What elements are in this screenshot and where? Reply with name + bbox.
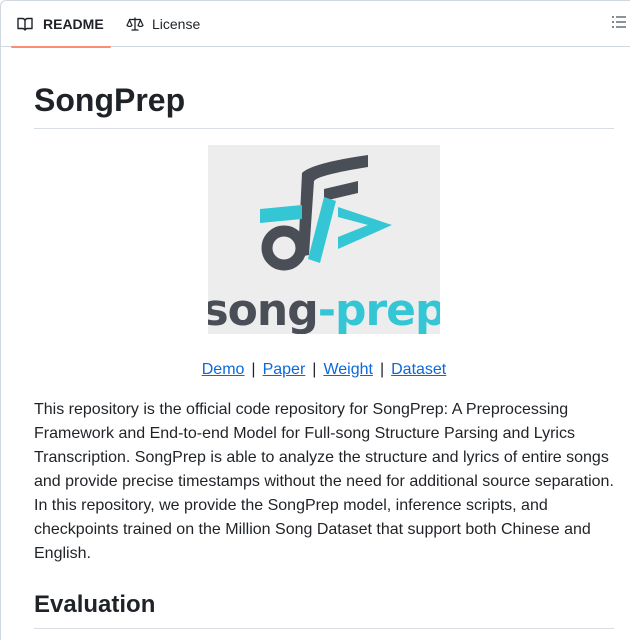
tab-license-label: License (152, 16, 201, 32)
description-paragraph: This repository is the official code rep… (34, 401, 614, 562)
songprep-logo-image: song-prep (202, 145, 447, 336)
link-demo[interactable]: Demo (202, 361, 245, 378)
link-separator: | (379, 361, 385, 378)
tab-bar: README License (1, 1, 630, 48)
link-dataset[interactable]: Dataset (391, 361, 446, 378)
outline-button[interactable] (609, 14, 629, 34)
list-unordered-icon (611, 14, 627, 35)
readme-content: SongPrep song-prep Demo | Paper | Weight… (34, 47, 614, 629)
section-heading-evaluation: Evaluation (34, 590, 614, 629)
link-paper[interactable]: Paper (263, 361, 306, 378)
resource-links: Demo | Paper | Weight | Dataset (34, 358, 614, 382)
tab-license[interactable]: License (126, 1, 200, 47)
tab-readme[interactable]: README (11, 1, 111, 48)
readme-panel: README License SongPrep song-prep Demo |… (0, 0, 630, 640)
scale-icon (126, 16, 144, 32)
svg-text:song-prep: song-prep (208, 285, 440, 334)
page-title: SongPrep (34, 80, 614, 129)
tab-readme-label: README (43, 16, 104, 32)
link-separator: | (312, 361, 317, 378)
link-weight[interactable]: Weight (323, 361, 373, 378)
songprep-logo: song-prep (202, 145, 447, 336)
book-icon (17, 16, 35, 32)
link-separator: | (251, 361, 256, 378)
